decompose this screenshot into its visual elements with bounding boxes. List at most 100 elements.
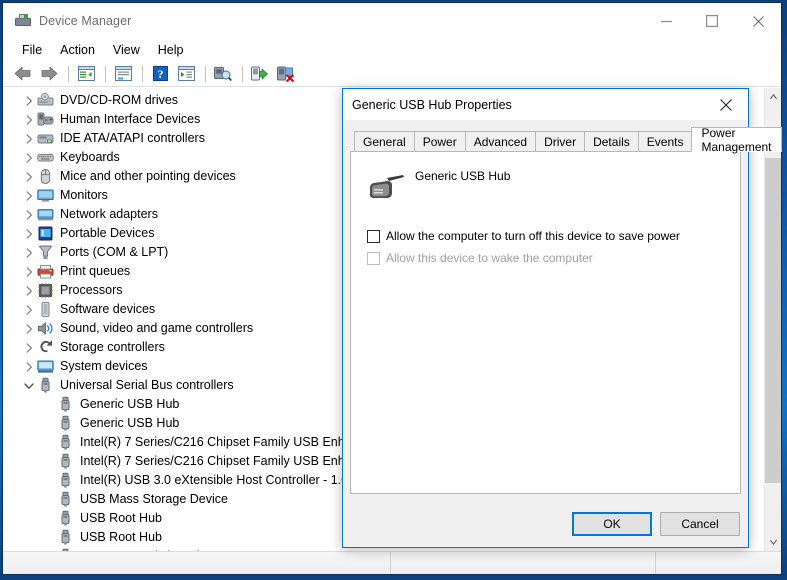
svg-text:?: ? <box>157 67 163 81</box>
chevron-right-icon[interactable] <box>21 129 37 148</box>
tab-events[interactable]: Events <box>637 131 693 151</box>
cancel-button[interactable]: Cancel <box>660 512 740 536</box>
menu-item-help[interactable]: Help <box>149 41 193 59</box>
maximize-button[interactable] <box>689 3 735 39</box>
chevron-right-icon[interactable] <box>21 224 37 243</box>
dialog-close-button[interactable] <box>703 89 748 120</box>
allow-wake-checkbox <box>367 251 380 265</box>
chevron-right-icon[interactable] <box>21 262 37 281</box>
print-queue-icon <box>37 263 54 280</box>
network-adapter-icon <box>37 206 54 223</box>
power-management-panel: Generic USB Hub Allow the computer to tu… <box>350 151 741 494</box>
tree-node-label: USB Root Hub <box>80 511 162 525</box>
tree-node-label: Generic USB Hub <box>80 416 180 430</box>
help-icon[interactable]: ? <box>148 63 172 85</box>
chevron-right-icon[interactable] <box>21 205 37 224</box>
tree-node-label: Storage controllers <box>60 340 165 354</box>
tab-driver[interactable]: Driver <box>535 131 586 151</box>
menu-item-view[interactable]: View <box>104 41 149 59</box>
checkbox-row-allow-wake: Allow this device to wake the computer <box>367 248 724 268</box>
dialog-body: General Power Advanced Driver Details Events P… <box>343 120 782 501</box>
portable-device-icon <box>37 225 54 242</box>
tab-general[interactable]: General <box>354 131 415 151</box>
window-caption-buttons <box>643 3 781 39</box>
status-pane-tertiary <box>656 552 781 574</box>
checkbox-row-allow-turn-off[interactable]: Allow the computer to turn off this devi… <box>367 226 724 246</box>
device-name-label: Generic USB Hub <box>415 169 511 183</box>
minimize-button[interactable] <box>643 3 689 39</box>
usb-device-icon <box>57 453 74 470</box>
allow-turn-off-checkbox[interactable] <box>367 229 380 243</box>
tree-node-label: Processors <box>60 283 123 297</box>
tab-label: Power <box>422 134 457 149</box>
tab-label: General <box>363 134 406 149</box>
list-view-icon[interactable] <box>174 63 198 85</box>
scan-for-hardware-changes-icon[interactable] <box>211 63 235 85</box>
tree-node-label: Sound, video and game controllers <box>60 321 254 335</box>
ok-button[interactable]: OK <box>572 512 652 536</box>
system-device-icon <box>37 358 54 375</box>
scroll-up-button[interactable] <box>765 88 781 105</box>
chevron-right-icon[interactable] <box>21 319 37 338</box>
properties-dialog: Generic USB Hub Properties General Power A… <box>342 88 782 548</box>
properties-icon[interactable] <box>111 63 135 85</box>
chevron-right-icon[interactable] <box>21 281 37 300</box>
tree-node-label: Keyboards <box>60 150 120 164</box>
chevron-right-icon[interactable] <box>21 243 37 262</box>
tree-node-label: USB Root Hub (xHCI) <box>80 547 202 551</box>
tab-details[interactable]: Details <box>584 131 639 151</box>
tree-node-label: Network adapters <box>60 207 158 221</box>
status-pane-main <box>3 552 391 574</box>
hid-icon <box>37 111 54 128</box>
chevron-right-icon[interactable] <box>21 186 37 205</box>
processor-icon <box>37 282 54 299</box>
tab-power[interactable]: Power <box>413 131 466 151</box>
tree-node-label: USB Mass Storage Device <box>80 492 228 506</box>
chevron-right-icon[interactable] <box>21 357 37 376</box>
back-icon[interactable] <box>11 63 35 85</box>
ide-controller-icon <box>37 130 54 147</box>
mouse-icon <box>37 168 54 185</box>
close-button[interactable] <box>735 3 781 39</box>
tab-power-management[interactable]: Power Management <box>691 125 782 154</box>
window-titlebar: Device Manager <box>3 3 781 39</box>
toolbar-separator <box>105 65 106 82</box>
device-manager-icon <box>15 13 31 29</box>
usb-device-icon <box>57 396 74 413</box>
dialog-titlebar: Generic USB Hub Properties <box>343 89 748 120</box>
usb-device-icon <box>57 434 74 451</box>
chevron-down-icon[interactable] <box>21 376 37 395</box>
usb-plug-icon <box>367 172 407 204</box>
tab-label: Driver <box>544 134 577 149</box>
desktop-background: Device Manager File Action View Help ? D… <box>0 0 787 580</box>
show-hide-console-tree-icon[interactable] <box>74 63 98 85</box>
chevron-right-icon[interactable] <box>21 167 37 186</box>
tree-node-label: Mice and other pointing devices <box>60 169 236 183</box>
usb-device-icon <box>57 548 74 551</box>
tree-node-label: USB Root Hub <box>80 530 162 544</box>
forward-icon[interactable] <box>37 63 61 85</box>
tab-advanced[interactable]: Advanced <box>464 131 537 151</box>
tab-label: Events <box>646 134 684 149</box>
allow-turn-off-label: Allow the computer to turn off this devi… <box>386 229 680 243</box>
chevron-right-icon[interactable] <box>21 148 37 167</box>
menu-item-action[interactable]: Action <box>51 41 104 59</box>
chevron-right-icon[interactable] <box>21 110 37 129</box>
chevron-right-icon[interactable] <box>21 91 37 110</box>
status-pane-secondary <box>391 552 656 574</box>
dialog-tabstrip: General Power Advanced Driver Details Events P… <box>350 126 782 154</box>
menu-bar: File Action View Help <box>3 39 781 61</box>
scroll-down-button[interactable] <box>765 534 781 551</box>
update-driver-icon[interactable] <box>248 63 272 85</box>
toolbar-separator <box>242 65 243 82</box>
vertical-scrollbar[interactable] <box>764 88 781 551</box>
scrollbar-thumb[interactable] <box>765 158 781 483</box>
storage-controller-icon <box>37 339 54 356</box>
chevron-right-icon[interactable] <box>21 338 37 357</box>
toolbar-separator <box>142 65 143 82</box>
dialog-button-bar: OK Cancel <box>343 501 748 547</box>
tab-label: Power Management <box>701 125 772 154</box>
uninstall-device-icon[interactable] <box>274 63 298 85</box>
menu-item-file[interactable]: File <box>13 41 51 59</box>
chevron-right-icon[interactable] <box>21 300 37 319</box>
